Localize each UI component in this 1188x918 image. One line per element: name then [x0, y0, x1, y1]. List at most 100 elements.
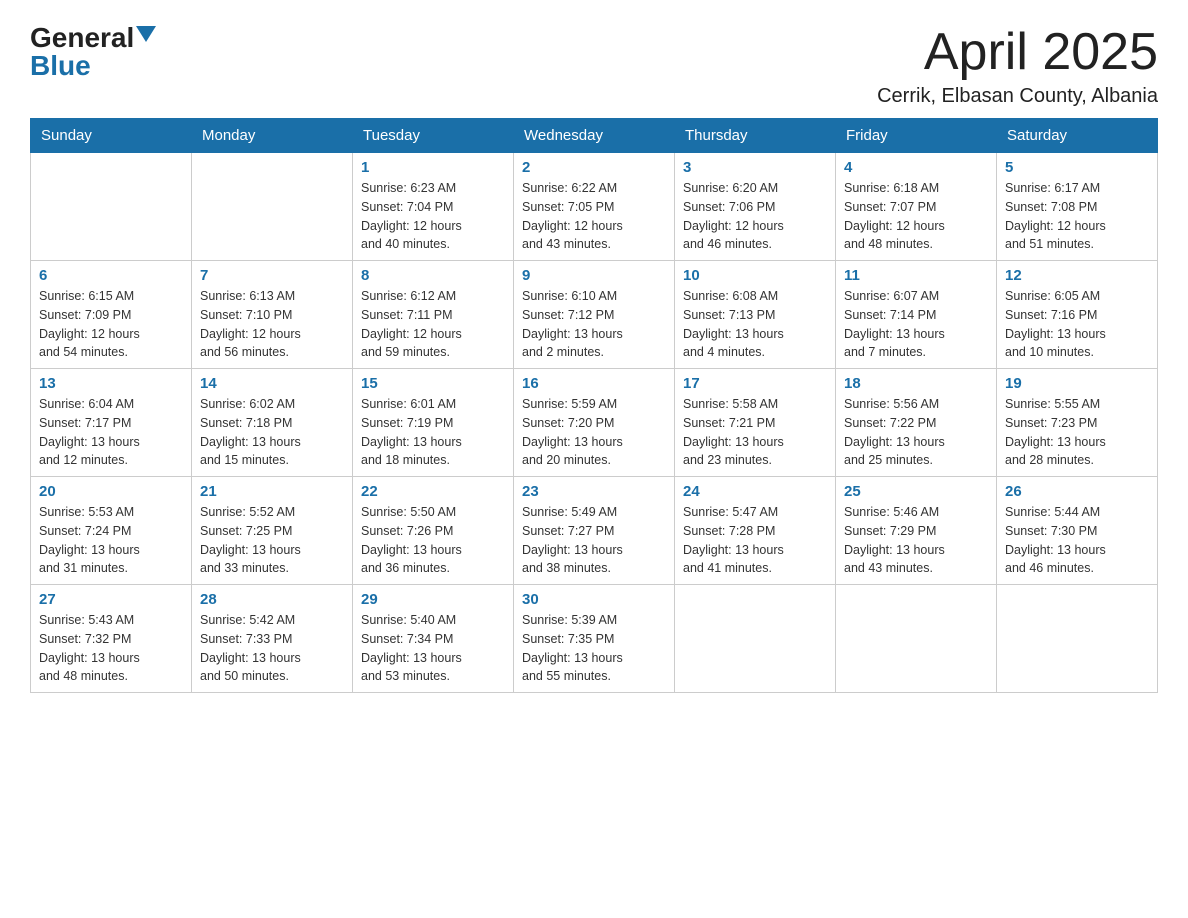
calendar-cell: 28 Sunrise: 5:42 AM Sunset: 7:33 PM Dayli…: [192, 585, 353, 693]
day-number: 10: [683, 267, 827, 284]
calendar-cell: 2 Sunrise: 6:22 AM Sunset: 7:05 PM Daylig…: [514, 153, 675, 261]
day-info: Sunrise: 5:53 AM Sunset: 7:24 PM Dayligh…: [39, 503, 183, 578]
day-info: Sunrise: 6:12 AM Sunset: 7:11 PM Dayligh…: [361, 287, 505, 362]
day-number: 9: [522, 267, 666, 284]
calendar-cell: 27 Sunrise: 5:43 AM Sunset: 7:32 PM Dayli…: [31, 585, 192, 693]
calendar-cell: [192, 153, 353, 261]
calendar-week-row: 6Sunrise: 6:15 AM Sunset: 7:09 PM Daylig…: [31, 261, 1158, 369]
day-number: 16: [522, 375, 666, 392]
day-info: Sunrise: 6:23 AM Sunset: 7:04 PM Dayligh…: [361, 179, 505, 254]
day-info: Sunrise: 6:10 AM Sunset: 7:12 PM Dayligh…: [522, 287, 666, 362]
calendar-week-row: 27 Sunrise: 5:43 AM Sunset: 7:32 PM Dayli…: [31, 585, 1158, 693]
day-info: Sunrise: 5:59 AM Sunset: 7:20 PM Dayligh…: [522, 395, 666, 470]
weekday-header-saturday: Saturday: [997, 119, 1158, 153]
calendar-week-row: 20 Sunrise: 5:53 AM Sunset: 7:24 PM Dayli…: [31, 477, 1158, 585]
day-info: Sunrise: 5:50 AM Sunset: 7:26 PM Dayligh…: [361, 503, 505, 578]
day-number: 23: [522, 483, 666, 500]
day-info: Sunrise: 6:02 AM Sunset: 7:18 PM Dayligh…: [200, 395, 344, 470]
day-info: Sunrise: 6:20 AM Sunset: 7:06 PM Dayligh…: [683, 179, 827, 254]
calendar-cell: 18Sunrise: 5:56 AM Sunset: 7:22 PM Dayli…: [836, 369, 997, 477]
subtitle: Cerrik, Elbasan County, Albania: [877, 85, 1158, 108]
logo-general-text: General: [30, 24, 134, 52]
day-number: 7: [200, 267, 344, 284]
day-number: 26: [1005, 483, 1149, 500]
day-info: Sunrise: 6:07 AM Sunset: 7:14 PM Dayligh…: [844, 287, 988, 362]
day-info: Sunrise: 5:47 AM Sunset: 7:28 PM Dayligh…: [683, 503, 827, 578]
calendar-cell: 17 Sunrise: 5:58 AM Sunset: 7:21 PM Dayli…: [675, 369, 836, 477]
calendar-cell: 30Sunrise: 5:39 AM Sunset: 7:35 PM Dayli…: [514, 585, 675, 693]
calendar-cell: 7 Sunrise: 6:13 AM Sunset: 7:10 PM Daylig…: [192, 261, 353, 369]
day-info: Sunrise: 5:46 AM Sunset: 7:29 PM Dayligh…: [844, 503, 988, 578]
page-header: General Blue April 2025 Cerrik, Elbasan …: [30, 24, 1158, 108]
logo-blue-text: Blue: [30, 52, 91, 80]
weekday-header-tuesday: Tuesday: [353, 119, 514, 153]
calendar-week-row: 1Sunrise: 6:23 AM Sunset: 7:04 PM Daylig…: [31, 153, 1158, 261]
calendar-cell: 19Sunrise: 5:55 AM Sunset: 7:23 PM Dayli…: [997, 369, 1158, 477]
calendar-table: SundayMondayTuesdayWednesdayThursdayFrid…: [30, 118, 1158, 693]
calendar-cell: [675, 585, 836, 693]
day-info: Sunrise: 6:13 AM Sunset: 7:10 PM Dayligh…: [200, 287, 344, 362]
day-info: Sunrise: 5:39 AM Sunset: 7:35 PM Dayligh…: [522, 611, 666, 686]
day-info: Sunrise: 6:22 AM Sunset: 7:05 PM Dayligh…: [522, 179, 666, 254]
calendar-cell: 29Sunrise: 5:40 AM Sunset: 7:34 PM Dayli…: [353, 585, 514, 693]
day-number: 4: [844, 159, 988, 176]
calendar-cell: 4Sunrise: 6:18 AM Sunset: 7:07 PM Daylig…: [836, 153, 997, 261]
day-number: 15: [361, 375, 505, 392]
calendar-cell: 1Sunrise: 6:23 AM Sunset: 7:04 PM Daylig…: [353, 153, 514, 261]
day-number: 27: [39, 591, 183, 608]
day-number: 3: [683, 159, 827, 176]
calendar-cell: [997, 585, 1158, 693]
weekday-header-wednesday: Wednesday: [514, 119, 675, 153]
calendar-cell: 13 Sunrise: 6:04 AM Sunset: 7:17 PM Dayli…: [31, 369, 192, 477]
day-number: 19: [1005, 375, 1149, 392]
calendar-cell: 20 Sunrise: 5:53 AM Sunset: 7:24 PM Dayli…: [31, 477, 192, 585]
day-info: Sunrise: 6:01 AM Sunset: 7:19 PM Dayligh…: [361, 395, 505, 470]
weekday-header-thursday: Thursday: [675, 119, 836, 153]
day-info: Sunrise: 5:52 AM Sunset: 7:25 PM Dayligh…: [200, 503, 344, 578]
day-number: 17: [683, 375, 827, 392]
day-info: Sunrise: 5:58 AM Sunset: 7:21 PM Dayligh…: [683, 395, 827, 470]
calendar-cell: 14 Sunrise: 6:02 AM Sunset: 7:18 PM Dayli…: [192, 369, 353, 477]
logo: General Blue: [30, 24, 156, 80]
calendar-cell: 24 Sunrise: 5:47 AM Sunset: 7:28 PM Dayli…: [675, 477, 836, 585]
calendar-cell: 25 Sunrise: 5:46 AM Sunset: 7:29 PM Dayli…: [836, 477, 997, 585]
calendar-cell: 15 Sunrise: 6:01 AM Sunset: 7:19 PM Dayli…: [353, 369, 514, 477]
day-info: Sunrise: 5:44 AM Sunset: 7:30 PM Dayligh…: [1005, 503, 1149, 578]
day-number: 24: [683, 483, 827, 500]
calendar-cell: 6Sunrise: 6:15 AM Sunset: 7:09 PM Daylig…: [31, 261, 192, 369]
day-number: 6: [39, 267, 183, 284]
day-number: 14: [200, 375, 344, 392]
day-number: 22: [361, 483, 505, 500]
calendar-cell: 16 Sunrise: 5:59 AM Sunset: 7:20 PM Dayli…: [514, 369, 675, 477]
day-number: 2: [522, 159, 666, 176]
calendar-cell: [31, 153, 192, 261]
day-number: 28: [200, 591, 344, 608]
calendar-cell: 22 Sunrise: 5:50 AM Sunset: 7:26 PM Dayli…: [353, 477, 514, 585]
day-number: 21: [200, 483, 344, 500]
calendar-cell: 23 Sunrise: 5:49 AM Sunset: 7:27 PM Dayli…: [514, 477, 675, 585]
calendar-cell: 21 Sunrise: 5:52 AM Sunset: 7:25 PM Dayli…: [192, 477, 353, 585]
day-number: 25: [844, 483, 988, 500]
weekday-header-monday: Monday: [192, 119, 353, 153]
day-info: Sunrise: 6:08 AM Sunset: 7:13 PM Dayligh…: [683, 287, 827, 362]
day-info: Sunrise: 5:49 AM Sunset: 7:27 PM Dayligh…: [522, 503, 666, 578]
day-number: 5: [1005, 159, 1149, 176]
day-number: 18: [844, 375, 988, 392]
weekday-header-friday: Friday: [836, 119, 997, 153]
day-info: Sunrise: 5:42 AM Sunset: 7:33 PM Dayligh…: [200, 611, 344, 686]
day-number: 20: [39, 483, 183, 500]
calendar-cell: [836, 585, 997, 693]
day-info: Sunrise: 6:05 AM Sunset: 7:16 PM Dayligh…: [1005, 287, 1149, 362]
calendar-week-row: 13 Sunrise: 6:04 AM Sunset: 7:17 PM Dayli…: [31, 369, 1158, 477]
day-number: 13: [39, 375, 183, 392]
calendar-cell: 8 Sunrise: 6:12 AM Sunset: 7:11 PM Daylig…: [353, 261, 514, 369]
calendar-cell: 11Sunrise: 6:07 AM Sunset: 7:14 PM Dayli…: [836, 261, 997, 369]
day-number: 8: [361, 267, 505, 284]
day-info: Sunrise: 5:43 AM Sunset: 7:32 PM Dayligh…: [39, 611, 183, 686]
day-info: Sunrise: 6:04 AM Sunset: 7:17 PM Dayligh…: [39, 395, 183, 470]
weekday-header-sunday: Sunday: [31, 119, 192, 153]
calendar-cell: 3 Sunrise: 6:20 AM Sunset: 7:06 PM Daylig…: [675, 153, 836, 261]
calendar-cell: 12Sunrise: 6:05 AM Sunset: 7:16 PM Dayli…: [997, 261, 1158, 369]
calendar-cell: 9 Sunrise: 6:10 AM Sunset: 7:12 PM Daylig…: [514, 261, 675, 369]
calendar-header-row: SundayMondayTuesdayWednesdayThursdayFrid…: [31, 119, 1158, 153]
